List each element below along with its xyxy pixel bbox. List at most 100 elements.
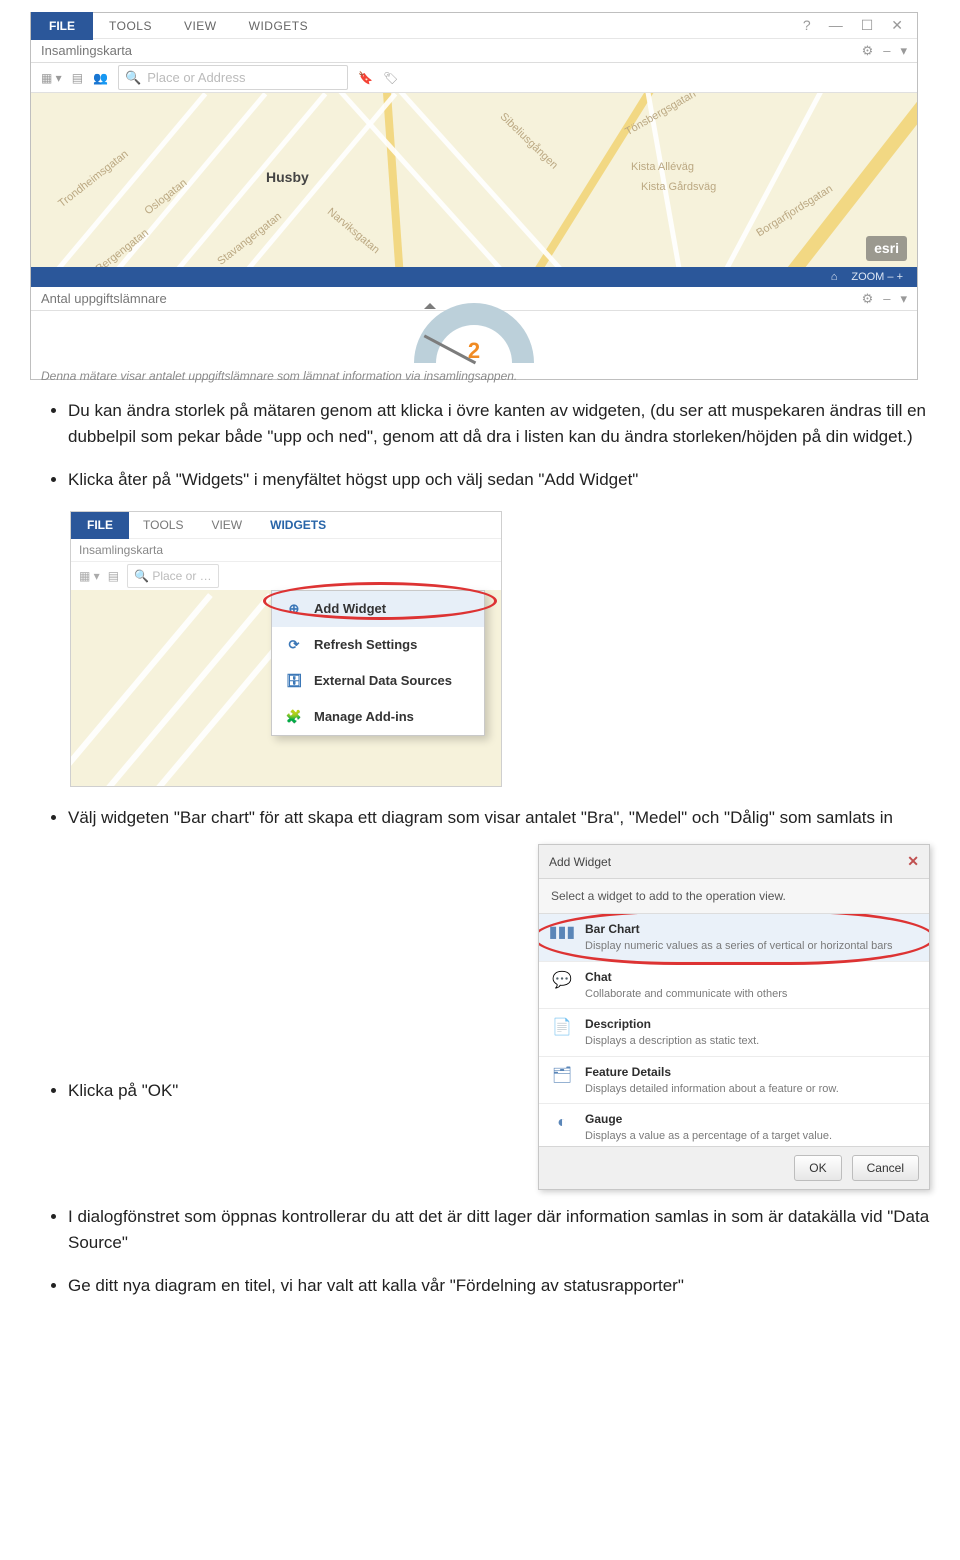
map-canvas[interactable]: Husby Trondheimsgatan Oslogatan Bergenga… — [31, 93, 917, 267]
doc-bullet: I dialogfönstret som öppnas kontrollerar… — [68, 1204, 930, 1255]
chevron-down-icon[interactable]: ▾ — [900, 289, 907, 309]
data-sources-icon: 🗄 — [284, 671, 304, 691]
panel-title: Insamlingskarta — [41, 41, 132, 61]
widgets-dropdown: ⊕ Add Widget ⟳ Refresh Settings 🗄 Extern… — [271, 590, 485, 736]
description-icon: 📄 — [549, 1015, 575, 1041]
doc-bullet: Ge ditt nya diagram en titel, vi har val… — [68, 1273, 930, 1299]
widget-option-desc: Displays detailed information about a fe… — [585, 1081, 839, 1098]
help-icon[interactable]: ? — [803, 15, 811, 36]
layers-icon[interactable]: ▤ — [72, 69, 83, 87]
ok-button[interactable]: OK — [794, 1155, 841, 1181]
dialog-titlebar: Add Widget ✕ — [539, 845, 929, 879]
search-placeholder: Place or … — [152, 569, 211, 583]
refresh-icon: ⟳ — [284, 635, 304, 655]
street-label: Sibeliusgången — [496, 109, 562, 173]
tag-icon[interactable]: 🏷 — [383, 69, 398, 87]
doc-bullet: Välj widgeten "Bar chart" för att skapa … — [68, 805, 930, 831]
widget-option-title: Bar Chart — [585, 920, 893, 938]
menu-tools[interactable]: TOOLS — [93, 12, 168, 40]
menubar: FILE TOOLS VIEW WIDGETS — [71, 512, 501, 538]
dropdown-label: Add Widget — [314, 599, 386, 619]
search-input[interactable]: 🔍 Place or Address — [118, 65, 348, 91]
dropdown-item-add-widget[interactable]: ⊕ Add Widget — [272, 591, 484, 627]
street-label: Trondheimsgatan — [55, 147, 132, 212]
minus-icon[interactable]: – — [883, 289, 890, 309]
screenshot-widgets-menu: FILE TOOLS VIEW WIDGETS Insamlingskarta … — [70, 511, 502, 787]
minimize-icon[interactable]: — — [829, 15, 843, 36]
dropdown-item-refresh[interactable]: ⟳ Refresh Settings — [272, 627, 484, 663]
dropdown-label: Manage Add-ins — [314, 707, 414, 727]
gear-icon[interactable]: ⚙ — [862, 289, 874, 309]
panel-title: Insamlingskarta — [71, 538, 501, 562]
search-icon: 🔍 — [125, 68, 141, 88]
dropdown-item-manage-addins[interactable]: 🧩 Manage Add-ins — [272, 699, 484, 735]
gauge-widget: 2 — [31, 311, 917, 363]
map-toolbar: ▦ ▾ ▤ 🔍 Place or … — [71, 562, 501, 590]
map-toolbar: ▦ ▾ ▤ 👥 🔍 Place or Address 🔖 🏷 — [31, 63, 917, 93]
menubar: FILE TOOLS VIEW WIDGETS ? — ☐ ✕ — [31, 13, 917, 39]
chat-icon: 💬 — [549, 968, 575, 994]
widget-option-desc: Display numeric values as a series of ve… — [585, 938, 893, 955]
widget-option-title: Feature Details — [585, 1063, 839, 1081]
close-icon[interactable]: ✕ — [891, 15, 903, 36]
people-icon[interactable]: 👥 — [93, 69, 108, 87]
minus-icon[interactable]: – — [883, 41, 890, 61]
widget-option-title: Chat — [585, 968, 787, 986]
street-label: Kista Alléväg — [631, 159, 694, 176]
widget-option-title: Description — [585, 1015, 759, 1033]
menu-widgets[interactable]: WIDGETS — [256, 511, 340, 539]
widget-option-feature-details[interactable]: 🗂 Feature Details Displays detailed info… — [539, 1057, 929, 1105]
menu-view[interactable]: VIEW — [168, 12, 233, 40]
doc-bullet: Du kan ändra storlek på mätaren genom at… — [68, 398, 930, 449]
doc-bullet: Klicka på "OK" — [68, 1078, 512, 1104]
dropdown-item-external-data[interactable]: 🗄 External Data Sources — [272, 663, 484, 699]
widget-option-bar-chart[interactable]: ▮▮▮ Bar Chart Display numeric values as … — [539, 914, 929, 962]
dialog-footer: OK Cancel — [539, 1146, 929, 1189]
menu-file[interactable]: FILE — [71, 511, 129, 539]
gauge-value: 2 — [468, 334, 480, 367]
dialog-title: Add Widget — [549, 853, 611, 871]
search-input[interactable]: 🔍 Place or … — [127, 564, 219, 588]
widget-option-gauge[interactable]: ◐ Gauge Displays a value as a percentage… — [539, 1104, 929, 1146]
close-icon[interactable]: ✕ — [907, 851, 919, 872]
esri-logo: esri — [866, 236, 907, 261]
bookmark-icon[interactable]: 🔖 — [358, 69, 373, 87]
street-label: Narviksgatan — [323, 204, 383, 258]
menu-view[interactable]: VIEW — [197, 511, 256, 539]
panel-title-bar: Insamlingskarta ⚙ – ▾ — [31, 39, 917, 63]
menu-file[interactable]: FILE — [31, 12, 93, 40]
widget-option-desc: Collaborate and communicate with others — [585, 986, 787, 1003]
addins-icon: 🧩 — [284, 707, 304, 727]
widget-option-desc: Displays a description as static text. — [585, 1033, 759, 1050]
layers-icon[interactable]: ▤ — [108, 567, 119, 585]
widget-option-title: Gauge — [585, 1110, 832, 1128]
street-label: Bergengatan — [93, 225, 153, 267]
doc-bullet: Klicka åter på "Widgets" i menyfältet hö… — [68, 467, 930, 493]
layout-icon[interactable]: ▦ ▾ — [41, 69, 62, 87]
gauge-caption: Denna mätare visar antalet uppgiftslämna… — [31, 363, 917, 391]
dialog-subtitle: Select a widget to add to the operation … — [539, 879, 929, 914]
chevron-down-icon[interactable]: ▾ — [900, 41, 907, 61]
widget-option-chat[interactable]: 💬 Chat Collaborate and communicate with … — [539, 962, 929, 1010]
gear-icon[interactable]: ⚙ — [862, 41, 874, 61]
gauge-icon: ◐ — [549, 1110, 575, 1136]
widget-option-desc: Displays a value as a percentage of a ta… — [585, 1128, 832, 1145]
home-icon[interactable]: ⌂ — [831, 269, 838, 286]
zoom-control[interactable]: ZOOM – + — [851, 269, 903, 286]
widget-option-description[interactable]: 📄 Description Displays a description as … — [539, 1009, 929, 1057]
gauge-panel-title: Antal uppgiftslämnare — [41, 289, 167, 309]
screenshot-add-widget-dialog: Add Widget ✕ Select a widget to add to t… — [538, 844, 930, 1190]
widget-type-list: ▮▮▮ Bar Chart Display numeric values as … — [539, 914, 929, 1146]
menu-tools[interactable]: TOOLS — [129, 511, 197, 539]
map-status-bar: ⌂ ZOOM – + — [31, 267, 917, 287]
dropdown-label: External Data Sources — [314, 671, 452, 691]
maximize-icon[interactable]: ☐ — [861, 15, 874, 36]
cancel-button[interactable]: Cancel — [852, 1155, 919, 1181]
screenshot-main-app: FILE TOOLS VIEW WIDGETS ? — ☐ ✕ Insamlin… — [30, 12, 918, 380]
plus-circle-icon: ⊕ — [284, 599, 304, 619]
map-label-husby: Husby — [266, 167, 309, 188]
layout-icon[interactable]: ▦ ▾ — [79, 567, 100, 585]
search-placeholder: Place or Address — [147, 68, 245, 88]
menu-widgets[interactable]: WIDGETS — [233, 12, 325, 40]
bar-chart-icon: ▮▮▮ — [549, 920, 575, 946]
